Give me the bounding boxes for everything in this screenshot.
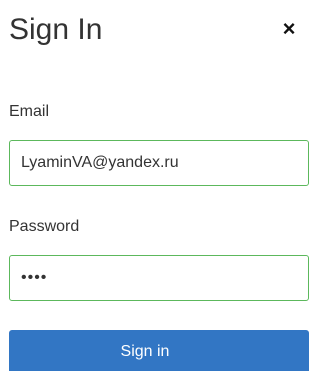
password-label: Password — [9, 218, 80, 235]
sign-in-button[interactable]: Sign in — [9, 330, 309, 371]
password-field[interactable] — [9, 255, 309, 301]
email-field[interactable] — [9, 140, 309, 186]
close-icon[interactable]: × — [281, 18, 297, 40]
sign-in-dialog: Sign In × Email Password Sign in — [0, 0, 309, 371]
dialog-title: Sign In — [9, 13, 103, 46]
email-label: Email — [9, 103, 50, 120]
sign-in-button-label: Sign in — [120, 343, 170, 360]
